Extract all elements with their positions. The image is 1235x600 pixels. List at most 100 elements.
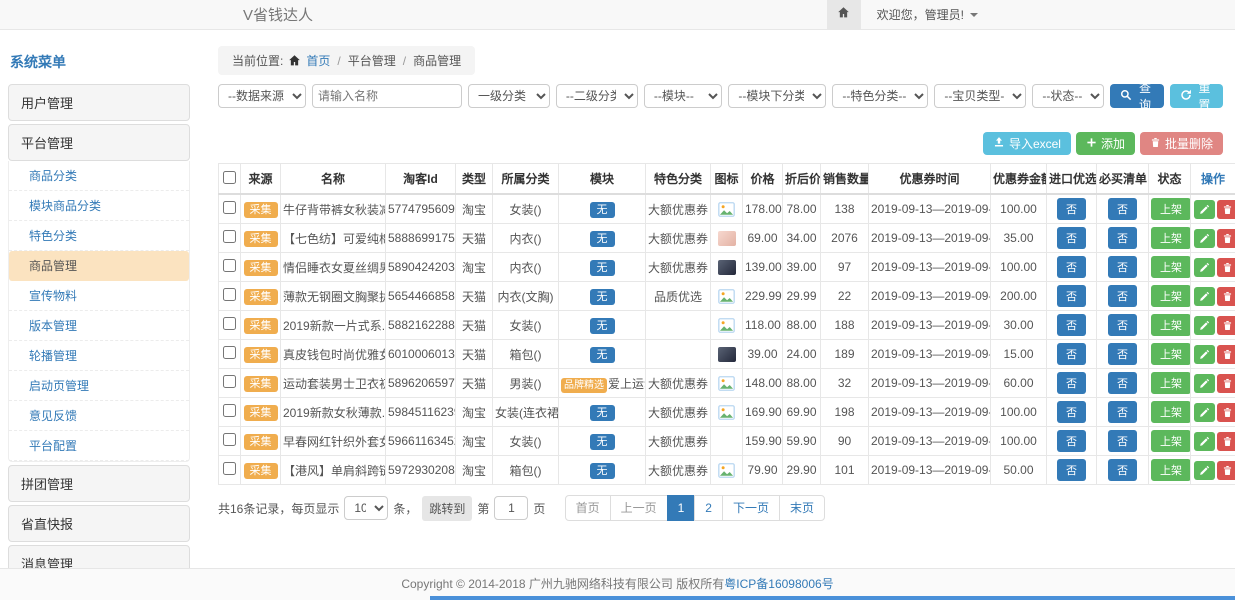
sidebar-item[interactable]: 商品分类 xyxy=(9,161,189,191)
edit-button[interactable] xyxy=(1194,229,1215,248)
user-menu[interactable]: 欢迎您，管理员! xyxy=(861,6,990,23)
page-button-下一页[interactable]: 下一页 xyxy=(722,495,780,521)
sidebar-item[interactable]: 轮播管理 xyxy=(9,341,189,371)
sidebar-group-1[interactable]: 用户管理 xyxy=(8,84,190,121)
import-toggle-button[interactable]: 否 xyxy=(1057,285,1086,307)
filter-select-module-subcategory[interactable]: --模块下分类-- xyxy=(728,84,826,108)
delete-button[interactable] xyxy=(1217,432,1235,451)
row-checkbox[interactable] xyxy=(223,375,236,388)
row-checkbox[interactable] xyxy=(223,230,236,243)
jump-button[interactable]: 跳转到 xyxy=(422,496,472,521)
edit-button[interactable] xyxy=(1194,345,1215,364)
status-button[interactable]: 上架 xyxy=(1151,459,1191,481)
import-toggle-button[interactable]: 否 xyxy=(1057,401,1086,423)
delete-button[interactable] xyxy=(1217,316,1235,335)
mustbuy-toggle-button[interactable]: 否 xyxy=(1108,401,1137,423)
status-button[interactable]: 上架 xyxy=(1151,314,1191,336)
icp-link[interactable]: 粤ICP备16098006号 xyxy=(724,577,833,591)
sidebar-group-2[interactable]: 平台管理 xyxy=(8,124,190,161)
row-checkbox[interactable] xyxy=(223,201,236,214)
filter-select-feature-category[interactable]: --特色分类-- xyxy=(832,84,928,108)
search-button[interactable]: 查询 xyxy=(1110,84,1163,108)
select-all-checkbox[interactable] xyxy=(223,171,236,184)
per-page-select[interactable]: 10 xyxy=(344,496,388,520)
delete-button[interactable] xyxy=(1217,345,1235,364)
edit-button[interactable] xyxy=(1194,200,1215,219)
sidebar-item[interactable]: 宣传物料 xyxy=(9,281,189,311)
edit-button[interactable] xyxy=(1194,258,1215,277)
edit-button[interactable] xyxy=(1194,287,1215,306)
row-checkbox[interactable] xyxy=(223,317,236,330)
status-button[interactable]: 上架 xyxy=(1151,227,1191,249)
delete-button[interactable] xyxy=(1217,461,1235,480)
sidebar-item[interactable]: 意见反馈 xyxy=(9,401,189,431)
page-button-首页[interactable]: 首页 xyxy=(565,495,611,521)
mustbuy-toggle-button[interactable]: 否 xyxy=(1108,372,1137,394)
mustbuy-toggle-button[interactable]: 否 xyxy=(1108,198,1137,220)
delete-button[interactable] xyxy=(1217,200,1235,219)
edit-button[interactable] xyxy=(1194,432,1215,451)
mustbuy-toggle-button[interactable]: 否 xyxy=(1108,343,1137,365)
filter-select-level1-category[interactable]: 一级分类 xyxy=(468,84,550,108)
mustbuy-toggle-button[interactable]: 否 xyxy=(1108,459,1137,481)
name-search-input[interactable] xyxy=(312,84,462,108)
import-toggle-button[interactable]: 否 xyxy=(1057,256,1086,278)
edit-button[interactable] xyxy=(1194,461,1215,480)
edit-button[interactable] xyxy=(1194,374,1215,393)
status-button[interactable]: 上架 xyxy=(1151,372,1191,394)
filter-select-status[interactable]: --状态-- xyxy=(1032,84,1104,108)
batch-delete-button[interactable]: 批量删除 xyxy=(1140,132,1223,155)
reset-button[interactable]: 重置 xyxy=(1170,84,1223,108)
sidebar-item[interactable]: 启动页管理 xyxy=(9,371,189,401)
sidebar-item[interactable]: 商品管理 xyxy=(9,251,189,281)
import-toggle-button[interactable]: 否 xyxy=(1057,227,1086,249)
row-checkbox[interactable] xyxy=(223,259,236,272)
filter-select-item-type[interactable]: --宝贝类型-- xyxy=(934,84,1026,108)
delete-button[interactable] xyxy=(1217,287,1235,306)
status-button[interactable]: 上架 xyxy=(1151,256,1191,278)
page-button-末页[interactable]: 末页 xyxy=(779,495,825,521)
row-checkbox[interactable] xyxy=(223,462,236,475)
delete-button[interactable] xyxy=(1217,403,1235,422)
import-toggle-button[interactable]: 否 xyxy=(1057,459,1086,481)
mustbuy-toggle-button[interactable]: 否 xyxy=(1108,430,1137,452)
mustbuy-toggle-button[interactable]: 否 xyxy=(1108,227,1137,249)
page-button-2[interactable]: 2 xyxy=(694,495,723,521)
jump-page-input[interactable] xyxy=(494,496,528,520)
mustbuy-toggle-button[interactable]: 否 xyxy=(1108,314,1137,336)
page-button-1[interactable]: 1 xyxy=(667,495,696,521)
sidebar-item[interactable]: 平台配置 xyxy=(9,431,189,461)
mustbuy-toggle-button[interactable]: 否 xyxy=(1108,285,1137,307)
row-checkbox[interactable] xyxy=(223,404,236,417)
home-button[interactable] xyxy=(827,0,861,30)
row-checkbox[interactable] xyxy=(223,346,236,359)
page-button-上一页[interactable]: 上一页 xyxy=(610,495,668,521)
breadcrumb-home-link[interactable]: 首页 xyxy=(306,52,330,69)
add-button[interactable]: 添加 xyxy=(1076,132,1135,155)
edit-button[interactable] xyxy=(1194,316,1215,335)
filter-select-data-source[interactable]: --数据来源-- xyxy=(218,84,306,108)
import-toggle-button[interactable]: 否 xyxy=(1057,343,1086,365)
import-toggle-button[interactable]: 否 xyxy=(1057,430,1086,452)
status-button[interactable]: 上架 xyxy=(1151,430,1191,452)
row-checkbox[interactable] xyxy=(223,288,236,301)
filter-select-level2-category[interactable]: --二级分类-- xyxy=(556,84,638,108)
sidebar-group-4[interactable]: 省直快报 xyxy=(8,505,190,542)
import-toggle-button[interactable]: 否 xyxy=(1057,314,1086,336)
import-toggle-button[interactable]: 否 xyxy=(1057,372,1086,394)
status-button[interactable]: 上架 xyxy=(1151,285,1191,307)
sidebar-group-3[interactable]: 拼团管理 xyxy=(8,465,190,502)
delete-button[interactable] xyxy=(1217,258,1235,277)
status-button[interactable]: 上架 xyxy=(1151,401,1191,423)
delete-button[interactable] xyxy=(1217,229,1235,248)
edit-button[interactable] xyxy=(1194,403,1215,422)
sidebar-item[interactable]: 模块商品分类 xyxy=(9,191,189,221)
status-button[interactable]: 上架 xyxy=(1151,198,1191,220)
row-checkbox[interactable] xyxy=(223,433,236,446)
filter-select-module[interactable]: --模块-- xyxy=(644,84,723,108)
mustbuy-toggle-button[interactable]: 否 xyxy=(1108,256,1137,278)
sidebar-item[interactable]: 版本管理 xyxy=(9,311,189,341)
delete-button[interactable] xyxy=(1217,374,1235,393)
import-toggle-button[interactable]: 否 xyxy=(1057,198,1086,220)
status-button[interactable]: 上架 xyxy=(1151,343,1191,365)
